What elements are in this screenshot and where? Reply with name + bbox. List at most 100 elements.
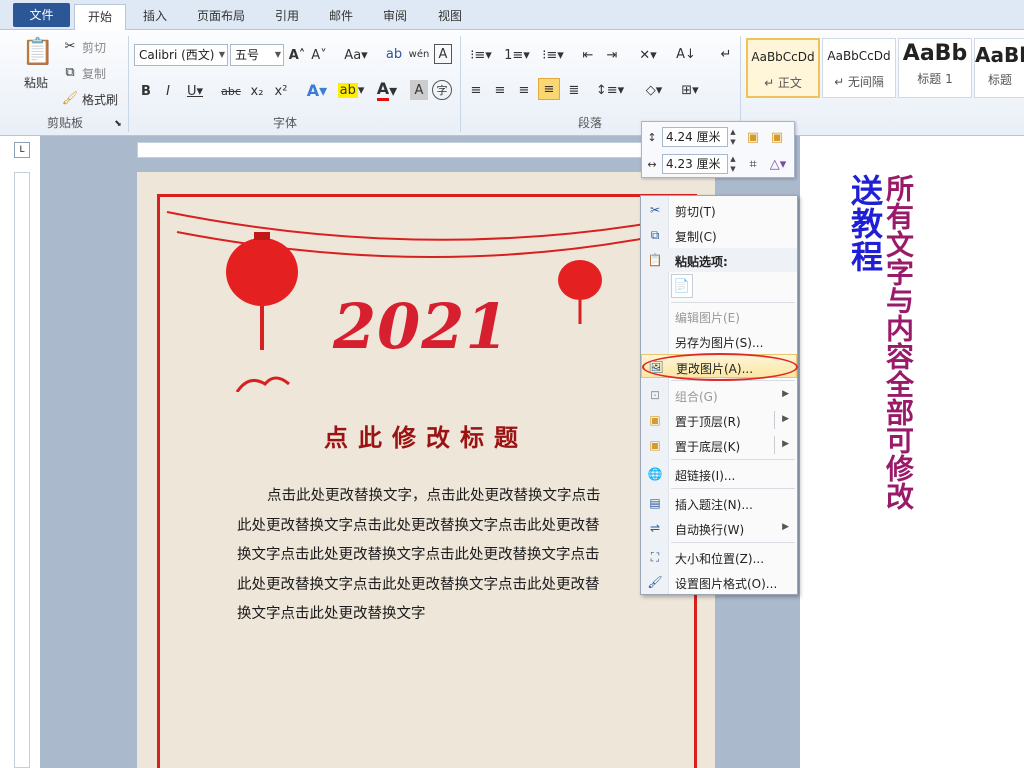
tab-page-layout[interactable]: 页面布局	[186, 4, 256, 30]
bullets-icon[interactable]: ⁝≡▾	[466, 44, 496, 66]
tab-file[interactable]: 文件	[13, 3, 70, 27]
enclosed-characters-icon[interactable]: 字	[432, 80, 452, 100]
tab-insert[interactable]: 插入	[130, 4, 180, 30]
menu-item-label: 组合(G)	[675, 390, 718, 404]
menu-item-save-as-picture[interactable]: 另存为图片(S)...	[641, 329, 797, 353]
format-painter-button[interactable]: 格式刷	[82, 91, 118, 108]
menu-item-label: 自动换行(W)	[675, 523, 745, 537]
borders-icon[interactable]: ⊞▾	[676, 80, 704, 100]
change-case-icon[interactable]: Aa▾	[342, 44, 370, 66]
chevron-right-icon[interactable]: ▶	[782, 439, 789, 449]
superscript-icon[interactable]: x²	[272, 80, 290, 102]
style-heading-1[interactable]: AaBb 标题 1	[898, 38, 972, 98]
paste-icon[interactable]: 📋	[22, 34, 54, 70]
bring-forward-icon[interactable]: ▣	[744, 127, 762, 147]
paste-picture-icon[interactable]: 📄	[671, 274, 693, 298]
menu-item-copy[interactable]: ⧉ 复制(C)	[641, 223, 797, 247]
crop-icon[interactable]: ⌗	[744, 154, 762, 174]
decrease-indent-icon[interactable]: ⇤	[578, 44, 598, 66]
tab-view[interactable]: 视图	[424, 4, 476, 30]
underline-icon[interactable]: U▾	[182, 80, 208, 102]
cut-button[interactable]: 剪切	[82, 39, 106, 56]
phonetic-guide-icon[interactable]: wén	[408, 42, 430, 66]
chevron-down-icon: ▼	[274, 50, 281, 59]
chinese-layout-icon[interactable]: ✕▾	[634, 44, 662, 66]
subscript-icon[interactable]: x₂	[248, 80, 266, 102]
menu-item-label: 粘贴选项:	[675, 255, 728, 269]
menu-item-format-picture[interactable]: 🖌 设置图片格式(O)...	[641, 570, 797, 594]
line-spacing-icon[interactable]: ↕≡▾	[596, 80, 624, 100]
align-center-icon[interactable]: ≡	[490, 80, 510, 100]
shading-icon[interactable]: ◇▾	[640, 80, 668, 100]
italic-icon[interactable]: I	[160, 80, 176, 102]
menu-item-insert-caption[interactable]: ▤ 插入题注(N)...	[641, 491, 797, 515]
year-graphic: 2021	[333, 290, 510, 363]
height-spinner[interactable]: ▲ ▼	[728, 127, 738, 147]
menu-item-bring-to-front[interactable]: ▣ 置于顶层(R) ▶	[641, 408, 797, 432]
align-right-icon[interactable]: ≡	[514, 80, 534, 100]
menu-item-size-position[interactable]: ⛶ 大小和位置(Z)...	[641, 545, 797, 569]
style-normal[interactable]: AaBbCcDd ↵ 正文	[746, 38, 820, 98]
height-input[interactable]: 4.24 厘米	[662, 127, 728, 147]
font-size-combo[interactable]: 五号 ▼	[230, 44, 284, 66]
clear-format-icon[interactable]: ab	[384, 42, 404, 66]
multilevel-list-icon[interactable]: ⁝≡▾	[538, 44, 568, 66]
document-title[interactable]: 点此修改标题	[137, 418, 715, 453]
ribbon-tabs: 文件 开始 插入 页面布局 引用 邮件 审阅 视图	[0, 0, 1024, 31]
chevron-right-icon[interactable]: ▶	[782, 414, 789, 424]
menu-item-hyperlink[interactable]: 🌐 超链接(I)...	[641, 462, 797, 486]
distributed-icon[interactable]: ≣	[564, 80, 584, 100]
tab-mailings[interactable]: 邮件	[316, 4, 366, 30]
dialog-launcher-icon[interactable]: ⬊	[112, 118, 124, 130]
numbering-icon[interactable]: 1≡▾	[502, 44, 532, 66]
font-size-value: 五号	[235, 48, 260, 62]
ribbon: 📋 粘贴 ✂ 剪切 ⧉ 复制 🖌 格式刷 剪贴板 Calibri (西文) ▼ 五…	[0, 30, 1024, 136]
sort-icon[interactable]: A↓	[676, 42, 696, 66]
menu-item-wrap-text[interactable]: ⇌ 自动换行(W) ▶	[641, 516, 797, 540]
tab-references[interactable]: 引用	[262, 4, 312, 30]
wrap-text-icon: ⇌	[649, 521, 661, 535]
show-marks-icon[interactable]: ↵	[716, 42, 736, 66]
promo-editable: 所有文字与内容全部可修改	[882, 174, 915, 510]
shrink-font-icon[interactable]: A˅	[310, 44, 328, 66]
copy-icon: ⧉	[650, 228, 660, 242]
style-sample: AaBbCcDd	[751, 50, 815, 64]
width-input[interactable]: 4.23 厘米	[662, 154, 728, 174]
align-left-icon[interactable]: ≡	[466, 80, 486, 100]
chevron-down-icon: ▼	[218, 50, 225, 59]
vertical-ruler[interactable]	[14, 172, 30, 768]
separator	[671, 488, 795, 489]
tab-home[interactable]: 开始	[74, 4, 126, 31]
bold-icon[interactable]: B	[138, 80, 154, 102]
justify-icon[interactable]: ≡	[538, 78, 560, 100]
document-page[interactable]: 2021 点此修改标题 点击此处更改替换文字，点击此处更改替换文字点击此处更改替…	[137, 172, 715, 768]
chevron-right-icon: ▶	[782, 522, 789, 532]
paste-button[interactable]: 粘贴	[24, 74, 48, 91]
highlight-icon[interactable]: ab ▾	[336, 78, 366, 102]
menu-item-label: 插入题注(N)...	[675, 498, 753, 512]
send-backward-icon[interactable]: ▣	[768, 127, 786, 147]
style-no-spacing[interactable]: AaBbCcDd ↵ 无间隔	[822, 38, 896, 98]
menu-item-label: 置于底层(K)	[675, 440, 741, 454]
format-painter-icon[interactable]: 🖌	[62, 90, 79, 106]
width-spinner[interactable]: ▲ ▼	[728, 154, 738, 174]
tab-selector[interactable]: L	[14, 142, 30, 158]
copy-icon[interactable]: ⧉	[62, 64, 78, 80]
menu-item-send-to-back[interactable]: ▣ 置于底层(K) ▶	[641, 433, 797, 457]
font-name-combo[interactable]: Calibri (西文) ▼	[134, 44, 228, 66]
copy-button[interactable]: 复制	[82, 65, 106, 82]
increase-indent-icon[interactable]: ⇥	[602, 44, 622, 66]
grow-font-icon[interactable]: A˄	[288, 44, 306, 66]
character-border-icon[interactable]: A	[434, 44, 452, 64]
font-color-icon[interactable]: A ▾	[372, 78, 402, 102]
strikethrough-icon[interactable]: abc	[218, 80, 244, 102]
tab-review[interactable]: 审阅	[370, 4, 420, 30]
character-shading-icon[interactable]: A	[410, 80, 428, 100]
menu-item-label: 编辑图片(E)	[675, 311, 740, 325]
menu-item-cut[interactable]: ✂ 剪切(T)	[641, 198, 797, 222]
style-title[interactable]: AaBl 标题	[974, 38, 1024, 98]
text-effects-icon[interactable]: A▾	[302, 78, 332, 102]
cut-icon[interactable]: ✂	[62, 38, 78, 54]
document-body-text[interactable]: 点击此处更改替换文字，点击此处更改替换文字点击此处更改替换文字点击此处更改替换文…	[237, 482, 603, 630]
rotate-icon[interactable]: △▾	[766, 154, 790, 174]
